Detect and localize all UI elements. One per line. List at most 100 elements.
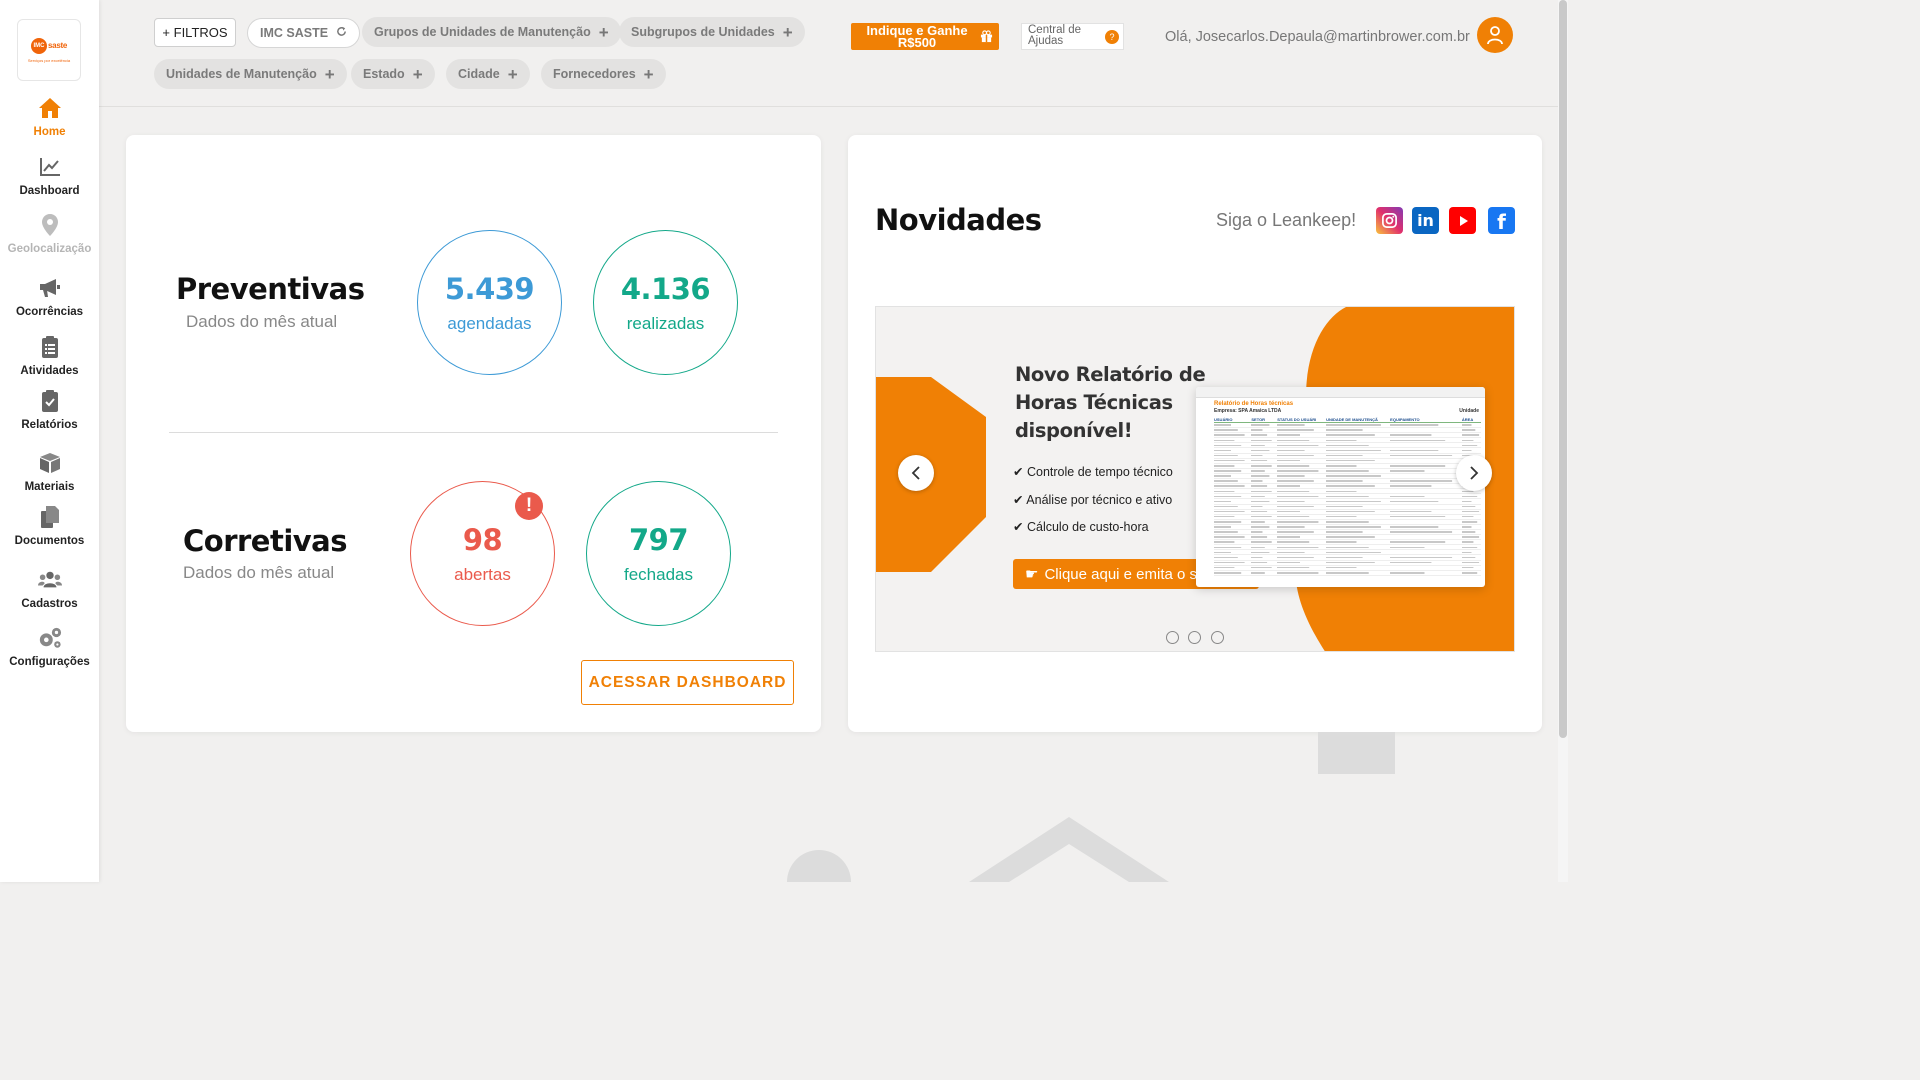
referral-label: Indique e Ganhe R$500 <box>866 22 968 50</box>
sidebar-item-label: Home <box>33 126 66 138</box>
sidebar-item-label: Relatórios <box>21 419 78 431</box>
help-center-label: Central de Ajudas <box>1028 24 1082 47</box>
sidebar-item-atividades[interactable]: Atividades <box>0 335 99 377</box>
stat-label: agendadas <box>447 313 532 333</box>
carousel-dot[interactable] <box>1211 631 1224 644</box>
help-icon: ? <box>1105 30 1119 44</box>
filter-chip-unidades[interactable]: Unidades de Manutenção + <box>154 59 347 89</box>
home-icon <box>38 96 62 120</box>
logo-word: saste <box>48 41 67 50</box>
chip-label: Subgrupos de Unidades <box>631 25 775 39</box>
stat-value: 5.439 <box>444 271 535 306</box>
company-filter-chip[interactable]: IMC SASTE <box>247 18 361 48</box>
refresh-icon[interactable] <box>336 26 347 40</box>
youtube-icon[interactable] <box>1449 207 1476 234</box>
instagram-icon[interactable] <box>1376 207 1403 234</box>
plus-icon: + <box>412 64 423 84</box>
linkedin-icon[interactable]: in <box>1412 207 1439 234</box>
sidebar-item-configuracoes[interactable]: Configurações <box>0 626 99 668</box>
chip-label: Grupos de Unidades de Manutenção <box>374 25 591 39</box>
banner-cta-label: Clique aqui e emita o seu! <box>1044 565 1218 583</box>
facebook-icon[interactable]: f <box>1488 207 1515 234</box>
check-icon: ✔ <box>1013 493 1024 507</box>
sidebar-item-documentos[interactable]: Documentos <box>0 505 99 547</box>
logo-tagline: Serviços por excelência <box>27 57 71 63</box>
sheet-company: Empresa: SPA Amaica LTDA <box>1214 408 1282 414</box>
follow-label: Siga o Leankeep! <box>1216 210 1357 230</box>
company-logo[interactable]: IMC saste Serviços por excelência <box>17 19 81 81</box>
sidebar-item-label: Materiais <box>24 481 75 493</box>
carousel-dot[interactable] <box>1188 631 1201 644</box>
access-dashboard-button[interactable]: ACESSAR DASHBOARD <box>581 660 794 705</box>
scrollbar-thumb[interactable] <box>1559 0 1567 738</box>
alert-icon: ! <box>515 492 543 520</box>
filter-chip-cidade[interactable]: Cidade + <box>446 59 530 89</box>
chip-label: IMC SASTE <box>260 26 329 40</box>
banner-bullet: ✔ Cálculo de custo-hora <box>1013 520 1149 534</box>
preventivas-agendadas-stat[interactable]: 5.439 agendadas <box>417 230 562 375</box>
filter-chip-grupos[interactable]: Grupos de Unidades de Manutenção + <box>362 17 621 47</box>
stat-value: 4.136 <box>620 271 711 306</box>
sidebar-item-label: Atividades <box>20 365 79 377</box>
sheet-rows <box>1214 423 1481 576</box>
sheet-header-cell: EQUIPAMENTO <box>1390 417 1420 422</box>
help-center-button[interactable]: Central de Ajudas ? <box>1021 23 1124 50</box>
sidebar-item-materiais[interactable]: Materiais <box>0 451 99 493</box>
sidebar-item-home[interactable]: Home <box>0 96 99 138</box>
sidebar-item-label: Dashboard <box>19 185 80 197</box>
banner-title: Novo Relatório de Horas Técnicas disponí… <box>1015 363 1206 442</box>
news-carousel[interactable]: Novo Relatório de Horas Técnicas disponí… <box>875 306 1515 652</box>
referral-button[interactable]: Indique e Ganhe R$500 <box>851 23 999 50</box>
summary-card: Preventivas Dados do mês atual 5.439 age… <box>126 135 821 732</box>
stat-label: abertas <box>454 564 511 584</box>
box-icon <box>38 451 62 475</box>
chip-label: Fornecedores <box>553 67 636 81</box>
check-icon: ✔ <box>1013 520 1024 534</box>
sidebar-item-label: Cadastros <box>21 598 78 610</box>
sidebar-item-ocorrencias[interactable]: Ocorrências <box>0 276 99 318</box>
corretivas-fechadas-stat[interactable]: 797 fechadas <box>586 481 731 626</box>
chip-label: Cidade <box>458 67 500 81</box>
sidebar-item-geolocalizacao[interactable]: Geolocalização <box>0 213 99 255</box>
plus-icon: + <box>324 64 335 84</box>
chart-line-icon <box>38 155 62 179</box>
sidebar: IMC saste Serviços por excelência Home D… <box>0 0 99 882</box>
scrollbar[interactable] <box>1558 0 1568 882</box>
report-spreadsheet-preview: Relatório de Horas técnicas Empresa: SPA… <box>1196 387 1485 587</box>
carousel-prev-button[interactable] <box>898 455 934 491</box>
filter-chip-subgrupos[interactable]: Subgrupos de Unidades + <box>619 17 805 47</box>
top-bar: + FILTROS IMC SASTE Grupos de Unidades d… <box>99 0 1558 107</box>
sheet-header-cell: USUÁRIO <box>1214 417 1233 422</box>
corretivas-title: Corretivas <box>183 524 348 558</box>
filter-chip-fornecedores[interactable]: Fornecedores + <box>541 59 666 89</box>
megaphone-icon <box>38 276 62 300</box>
preventivas-title: Preventivas <box>176 272 365 306</box>
sidebar-item-label: Geolocalização <box>7 243 92 255</box>
user-avatar[interactable] <box>1477 17 1513 53</box>
banner-bullet: ✔ Controle de tempo técnico <box>1013 465 1173 479</box>
filters-button[interactable]: + FILTROS <box>154 18 236 47</box>
sheet-header-cell: SETOR <box>1251 417 1266 422</box>
news-title: Novidades <box>875 203 1042 237</box>
sheet-header-cell: STATUS DO USUÁRI <box>1277 417 1317 422</box>
carousel-next-button[interactable] <box>1456 455 1492 491</box>
corretivas-subtitle: Dados do mês atual <box>183 563 335 582</box>
banner-bullet: ✔ Análise por técnico e ativo <box>1013 493 1173 507</box>
sidebar-item-relatorios[interactable]: Relatórios <box>0 389 99 431</box>
filter-chip-estado[interactable]: Estado + <box>351 59 435 89</box>
sheet-header-cell: UNIDADE DE MANUTENÇÃ <box>1326 417 1378 422</box>
section-divider <box>169 432 778 433</box>
user-icon <box>1487 26 1503 45</box>
gears-icon <box>38 626 62 650</box>
stat-value: 98 <box>462 522 503 557</box>
sheet-title: Relatório de Horas técnicas <box>1214 401 1294 407</box>
plus-icon: + <box>598 22 609 42</box>
background-decoration <box>787 732 1395 882</box>
sidebar-item-dashboard[interactable]: Dashboard <box>0 155 99 197</box>
sidebar-item-cadastros[interactable]: Cadastros <box>0 568 99 610</box>
logo-mark: IMC <box>31 37 48 54</box>
sheet-unit: Unidade <box>1459 408 1479 414</box>
sidebar-item-label: Ocorrências <box>15 306 84 318</box>
preventivas-realizadas-stat[interactable]: 4.136 realizadas <box>593 230 738 375</box>
carousel-dot[interactable] <box>1166 631 1179 644</box>
